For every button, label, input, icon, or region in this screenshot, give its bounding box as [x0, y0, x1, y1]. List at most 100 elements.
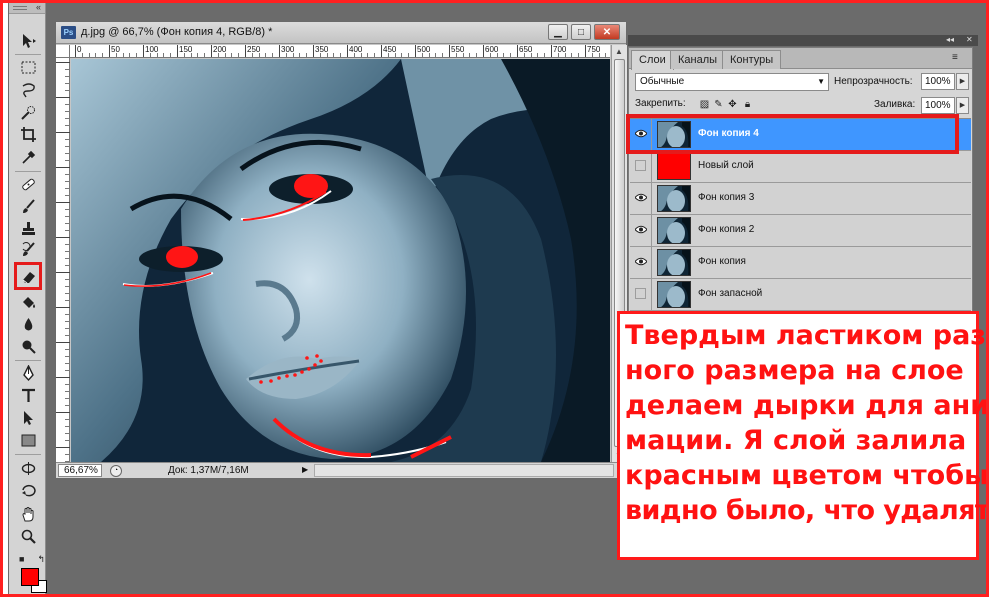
status-info-icon[interactable]: ◔: [110, 465, 122, 477]
ruler-tick: [65, 174, 70, 175]
ruler-minor-tick: [401, 53, 403, 57]
hand-icon: [21, 507, 33, 522]
tab-channels[interactable]: Каналы: [670, 50, 726, 69]
text-tool[interactable]: [16, 385, 40, 406]
ruler-tick: [65, 160, 70, 161]
visibility-toggle[interactable]: [630, 279, 652, 310]
rotate-3d-tool[interactable]: [16, 458, 40, 479]
ruler-corner[interactable]: [56, 45, 70, 58]
visibility-toggle[interactable]: [630, 215, 652, 246]
ruler-tick: [65, 181, 70, 182]
lock-position-icon[interactable]: ✥: [727, 99, 738, 110]
eyedropper-tool[interactable]: [16, 147, 40, 168]
ruler-minor-tick: [299, 53, 301, 57]
scroll-up-icon[interactable]: ▲: [615, 47, 623, 56]
annotation-line: делаем дырки для ани-: [625, 390, 989, 421]
zoom-tool[interactable]: [16, 526, 40, 547]
brush-tool[interactable]: [16, 196, 40, 217]
foreground-color-swatch[interactable]: [21, 568, 39, 586]
ruler-tick: [65, 314, 70, 315]
lock-all-icon[interactable]: 🔒︎: [742, 99, 753, 110]
swap-colors-icon[interactable]: ↰: [37, 554, 45, 565]
opacity-slider-button[interactable]: ▶: [956, 73, 969, 90]
hand-tool[interactable]: [16, 504, 40, 525]
pen-icon: [22, 365, 34, 382]
ruler-tick: [415, 45, 416, 57]
panel-collapse-icon[interactable]: ◂◂: [946, 35, 954, 44]
zoom-field[interactable]: 66,67%: [58, 464, 102, 477]
lasso-tool[interactable]: [16, 80, 40, 101]
fill-slider-button[interactable]: ▶: [956, 97, 969, 114]
horizontal-scrollbar[interactable]: [314, 464, 614, 477]
layer-row[interactable]: Фон копия 2: [630, 215, 971, 247]
crop-tool[interactable]: [16, 124, 40, 145]
layer-row[interactable]: Фон копия 3: [630, 183, 971, 215]
marquee-tool[interactable]: [16, 57, 40, 78]
blend-mode-select[interactable]: Обычные ▼: [635, 73, 829, 91]
panel-menu-icon[interactable]: ≡: [952, 52, 966, 64]
healing-tool[interactable]: [16, 174, 40, 195]
ruler-minor-tick: [285, 53, 287, 57]
lasso-icon: [22, 83, 35, 98]
panel-close-icon[interactable]: ✕: [966, 35, 973, 44]
path-select-tool[interactable]: [16, 407, 40, 428]
layer-thumbnail: [657, 217, 691, 244]
color-swap-controls[interactable]: ■ ↰: [19, 554, 45, 565]
annotation-line: ного размера на слое: [625, 355, 964, 386]
history-brush-tool[interactable]: [16, 239, 40, 260]
text-icon: [21, 388, 35, 402]
document-titlebar[interactable]: Ps д.jpg @ 66,7% (Фон копия 4, RGB/8) * …: [56, 22, 626, 44]
ruler-tick: [65, 258, 70, 259]
image-canvas[interactable]: [71, 59, 610, 462]
status-bar: 66,67% ◔ Док: 1,37M/7,16M ▶: [56, 462, 627, 478]
lock-transparency-icon[interactable]: ▨: [699, 99, 710, 110]
horizontal-ruler[interactable]: 0 50 100 150 200 250 300 350 400 450 500 550 600 650 7…: [70, 45, 610, 58]
visibility-toggle[interactable]: [630, 183, 652, 214]
layer-thumbnail: [657, 153, 691, 180]
ruler-tick: [65, 223, 70, 224]
quick-select-tool[interactable]: [16, 102, 40, 123]
default-colors-icon[interactable]: ■: [19, 554, 24, 565]
ruler-minor-tick: [503, 53, 505, 57]
orbit-3d-tool[interactable]: [16, 480, 40, 501]
blur-tool[interactable]: [16, 314, 40, 335]
layer-row[interactable]: Фон запасной: [630, 279, 971, 311]
tab-layers[interactable]: Слои: [631, 50, 674, 70]
blend-opacity-row: Обычные ▼ Непрозрачность: 100% ▶: [632, 73, 971, 93]
maximize-button[interactable]: □: [571, 24, 591, 40]
stamp-tool[interactable]: [16, 218, 40, 239]
ruler-tick: [65, 405, 70, 406]
tools-panel-grip[interactable]: «: [9, 2, 45, 14]
pen-tool[interactable]: [16, 363, 40, 384]
layer-row[interactable]: Новый слой: [630, 151, 971, 183]
close-button[interactable]: ✕: [594, 24, 620, 40]
lock-pixels-icon[interactable]: ✎: [713, 99, 724, 110]
tab-paths[interactable]: Контуры: [722, 50, 782, 69]
dodge-tool[interactable]: [16, 336, 40, 357]
move-tool[interactable]: [16, 30, 40, 51]
fill-field[interactable]: 100%: [921, 97, 955, 114]
ruler-minor-tick: [136, 53, 138, 57]
ruler-label: 0: [77, 45, 82, 54]
layer-row[interactable]: Фон копия: [630, 247, 971, 279]
visibility-toggle[interactable]: [630, 247, 652, 278]
visibility-toggle[interactable]: [630, 151, 652, 182]
minimize-button[interactable]: ▁: [548, 24, 568, 40]
ruler-minor-tick: [163, 53, 165, 57]
ruler-minor-tick: [530, 53, 532, 57]
vertical-ruler[interactable]: [56, 58, 70, 462]
annotation-note: Твердым ластиком раз- ного размера на сл…: [617, 311, 989, 560]
opacity-field[interactable]: 100%: [921, 73, 955, 90]
hidden-visibility-box: [635, 160, 646, 171]
ruler-minor-tick: [374, 53, 376, 57]
layer-name: Фон копия 2: [698, 224, 755, 235]
ruler-minor-tick: [578, 53, 580, 57]
ruler-tick: [65, 118, 70, 119]
status-menu-icon[interactable]: ▶: [302, 465, 308, 474]
paint-bucket-tool[interactable]: [16, 292, 40, 313]
ruler-tick: [449, 45, 450, 57]
collapse-icon[interactable]: «: [36, 3, 41, 12]
fill-label: Заливка:: [874, 99, 916, 110]
rectangle-tool[interactable]: [16, 430, 40, 451]
eraser-tool[interactable]: [14, 262, 42, 290]
